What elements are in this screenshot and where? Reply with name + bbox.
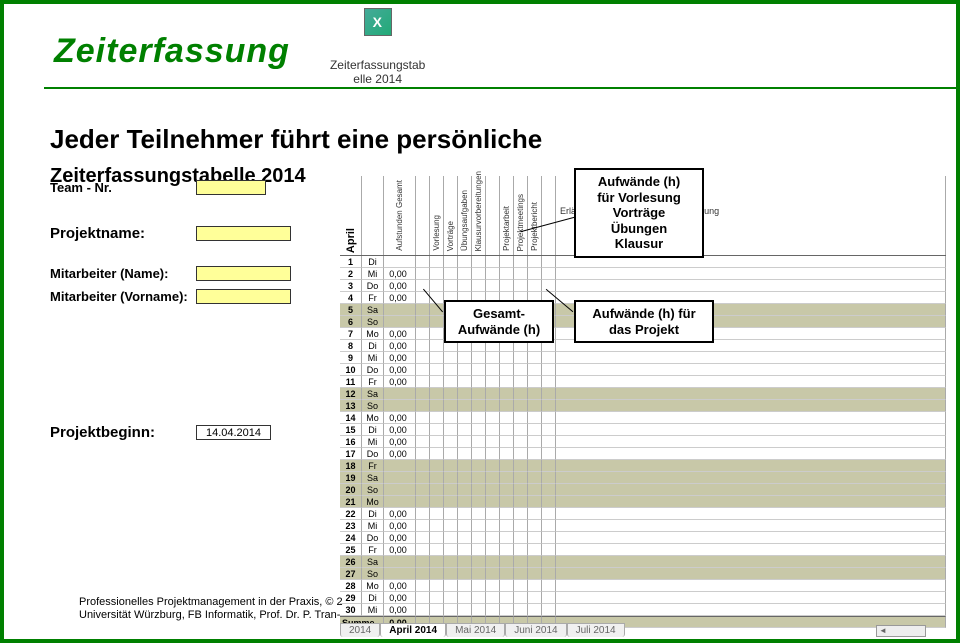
app-title: Zeiterfassung [54,32,290,71]
sheet-row[interactable]: 9Mi0,00 [340,352,946,364]
sheet-row[interactable]: 23Mi0,00 [340,520,946,532]
tab-scrollbar[interactable] [876,625,926,637]
sheet-row[interactable]: 13So [340,400,946,412]
sheet-row[interactable]: 25Fr0,00 [340,544,946,556]
col-vortrage: Vorträge [444,176,458,255]
callout-vorlesung: Aufwände (h) für Vorlesung Vorträge Übun… [574,168,704,258]
main-content: Jeder Teilnehmer führt eine persönliche … [50,124,946,200]
sheet-row[interactable]: 12Sa [340,388,946,400]
sheet-row[interactable]: 26Sa [340,556,946,568]
page-heading: Jeder Teilnehmer führt eine persönliche [50,124,946,155]
col-bericht: Projektbericht [528,176,542,255]
mitarbeiter-name-label: Mitarbeiter (Name): [50,266,188,281]
callout-projekt: Aufwände (h) für das Projekt [574,300,714,343]
header: Zeiterfassung Zeiterfassungstab elle 201… [4,4,956,87]
file-name-l2: elle 2014 [330,72,425,86]
col-month: April [340,176,362,255]
col-vorlesung: Vorlesung [430,176,444,255]
projekt-input[interactable] [196,226,291,241]
tab-april[interactable]: April 2014 [380,623,446,637]
sheet-row[interactable]: 29Di0,00 [340,592,946,604]
mitarbeiter-vorname-input[interactable] [196,289,291,304]
sheet-row[interactable]: 16Mi0,00 [340,436,946,448]
sheet-row[interactable]: 28Mo0,00 [340,580,946,592]
sheet-row[interactable]: 17Do0,00 [340,448,946,460]
sheet-row[interactable]: 27So [340,568,946,580]
projekt-label: Projektname: [50,225,188,242]
sheet-row[interactable]: 10Do0,00 [340,364,946,376]
callout-gesamt: Gesamt- Aufwände (h) [444,300,554,343]
projektbeginn-value[interactable]: 14.04.2014 [196,425,271,440]
sheet-row[interactable]: 18Fr [340,460,946,472]
form-area: Team - Nr. Projektname: Mitarbeiter (Nam… [50,180,340,453]
col-meetings: Projektmeetings [514,176,528,255]
sheet-row[interactable]: 30Mi0,00 [340,604,946,616]
sheet-row[interactable]: 21Mo [340,496,946,508]
sheet-row[interactable]: 3Do0,00 [340,280,946,292]
sheet-row[interactable]: 24Do0,00 [340,532,946,544]
sheet-row[interactable]: 2Mi0,00 [340,268,946,280]
col-projektarbeit: Projektarbeit [500,176,514,255]
col-ubungs: Übungsaufgaben [458,176,472,255]
tab-mai[interactable]: Mai 2014 [446,623,505,637]
tab-juni[interactable]: Juni 2014 [505,623,566,637]
sheet-row[interactable]: 15Di0,00 [340,424,946,436]
sheet-row[interactable]: 19Sa [340,472,946,484]
tab-2014[interactable]: 2014 [340,623,380,637]
col-gesamt: Aufstunden Gesamt [384,176,416,255]
excel-file-icon[interactable] [364,8,392,36]
col-spacer2 [486,176,500,255]
sheet-tabs: 2014 April 2014 Mai 2014 Juni 2014 Juli … [340,623,625,637]
col-spacer3 [542,176,556,255]
col-weekday [362,176,384,255]
sheet-row[interactable]: 14Mo0,00 [340,412,946,424]
projektbeginn-label: Projektbeginn: [50,424,188,441]
mitarbeiter-vorname-label: Mitarbeiter (Vorname): [50,289,188,304]
sheet-row[interactable]: 20So [340,484,946,496]
sheet-row[interactable]: 22Di0,00 [340,508,946,520]
header-divider [44,87,956,89]
footer-line-2: Universität Würzburg, FB Informatik, Pro… [79,609,343,623]
team-label: Team - Nr. [50,180,188,195]
file-name-l1: Zeiterfassungstab [330,58,425,72]
footer-line-1: Professionelles Projektmanagement in der… [79,596,343,610]
file-label: Zeiterfassungstab elle 2014 [330,28,425,87]
tab-juli[interactable]: Juli 2014 [567,623,625,637]
sheet-row[interactable]: 11Fr0,00 [340,376,946,388]
col-spacer1 [416,176,430,255]
team-input[interactable] [196,180,266,195]
mitarbeiter-name-input[interactable] [196,266,291,281]
col-klausur: Klausurvorbereitungen [472,176,486,255]
footer: Professionelles Projektmanagement in der… [79,596,343,624]
